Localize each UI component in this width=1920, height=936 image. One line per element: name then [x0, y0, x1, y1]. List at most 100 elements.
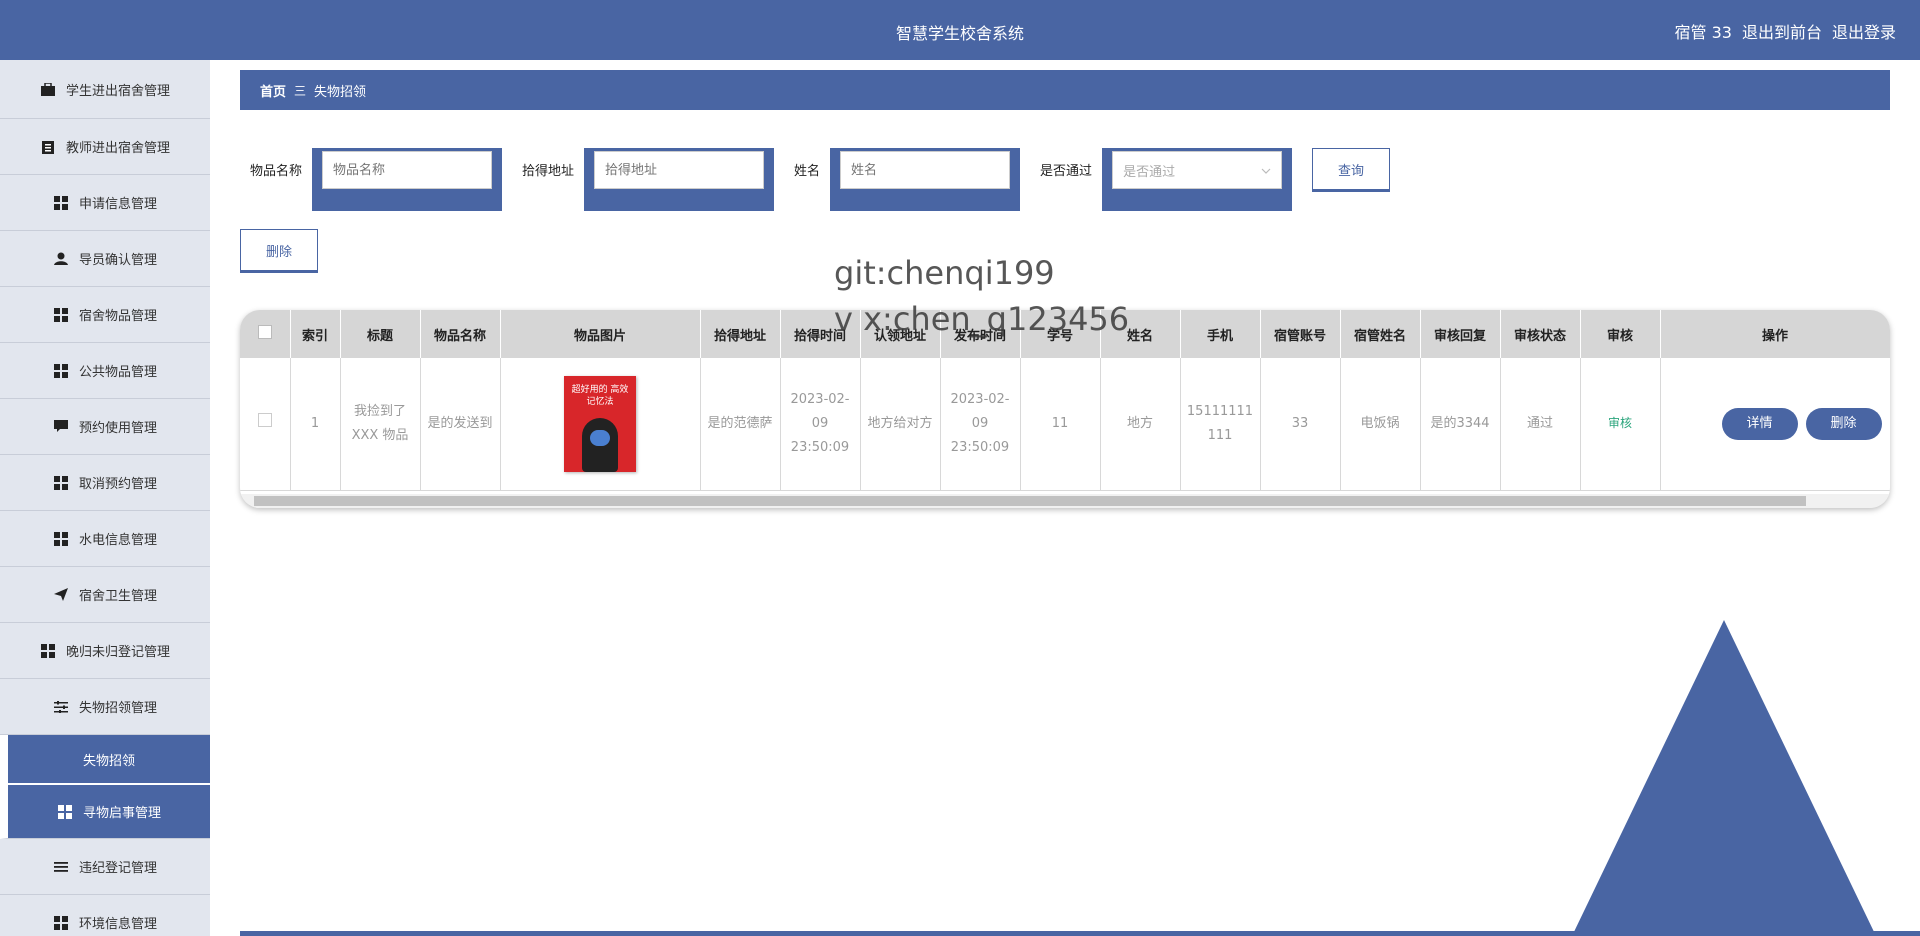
item-name-field: 物品名称	[240, 148, 503, 211]
sliders-icon	[53, 699, 69, 715]
address-input[interactable]	[594, 151, 765, 189]
pass-field: 是否通过 是否通过	[1030, 148, 1293, 211]
cell-manager-account: 33	[1260, 358, 1341, 491]
sidebar-subitem-lost-found[interactable]: 失物招领	[0, 735, 210, 785]
cell-item-name: 是的发送到	[420, 358, 501, 491]
item-name-label: 物品名称	[250, 164, 303, 179]
lost-found-table: 索引 标题 物品名称 物品图片 拾得地址 拾得时间 认领地址 发布时间 学号 姓…	[240, 310, 1890, 508]
cell-found-address: 是的范德萨	[700, 358, 781, 491]
query-button[interactable]: 查询	[1312, 148, 1391, 190]
sidebar-item-teacher-access[interactable]: 教师进出宿舍管理	[0, 119, 210, 175]
user-icon	[53, 251, 69, 267]
sidebar-item-reservation[interactable]: 预约使用管理	[0, 399, 210, 455]
col-header: 索引	[290, 310, 341, 358]
col-header: 宿管姓名	[1340, 310, 1421, 358]
pass-select[interactable]: 是否通过	[1112, 151, 1283, 189]
cell-audit-status: 通过	[1500, 358, 1581, 491]
name-input[interactable]	[840, 151, 1011, 189]
col-header: 标题	[340, 310, 421, 358]
col-header: 拾得地址	[700, 310, 781, 358]
paper-plane-icon	[53, 587, 69, 603]
audit-link[interactable]: 审核	[1608, 416, 1632, 430]
logout-link[interactable]: 退出登录	[1832, 19, 1896, 43]
clipboard-icon	[40, 139, 56, 155]
sidebar-item-environment[interactable]: 环境信息管理	[0, 895, 210, 936]
sidebar-item-utilities[interactable]: 水电信息管理	[0, 511, 210, 567]
col-header: 操作	[1660, 310, 1890, 358]
decorative-triangle	[1572, 620, 1876, 936]
top-header: 智慧学生校舍系统 宿管 33 退出到前台 退出登录	[0, 0, 1920, 60]
cell-name: 地方	[1100, 358, 1181, 491]
pass-label: 是否通过	[1040, 164, 1093, 179]
address-label: 拾得地址	[522, 164, 575, 179]
sidebar-item-application[interactable]: 申请信息管理	[0, 175, 210, 231]
breadcrumb-current: 失物招领	[314, 84, 367, 100]
cell-audit: 审核	[1580, 358, 1661, 491]
app-title: 智慧学生校舍系统	[895, 24, 1024, 43]
list-icon	[53, 859, 69, 875]
horizontal-scrollbar[interactable]	[240, 494, 1890, 508]
header-checkbox-cell[interactable]	[240, 310, 291, 358]
cell-found-time: 2023-02-09 23:50:09	[780, 358, 861, 491]
scrollbar-thumb[interactable]	[254, 496, 1806, 506]
col-header: 物品图片	[500, 310, 701, 358]
briefcase-icon	[40, 81, 56, 97]
cell-claim-address: 地方给对方	[860, 358, 941, 491]
grid-icon	[53, 475, 69, 491]
table-row: 1 我捡到了XXX 物品 是的发送到 超好用的 高效记忆法 是的范德萨 2023…	[240, 358, 1890, 491]
cell-manager-name: 电饭锅	[1340, 358, 1421, 491]
sidebar-item-hygiene[interactable]: 宿舍卫生管理	[0, 567, 210, 623]
col-header: 手机	[1180, 310, 1261, 358]
cell-item-image: 超好用的 高效记忆法	[500, 358, 701, 491]
back-to-front-link[interactable]: 退出到前台	[1742, 19, 1822, 43]
col-header: 物品名称	[420, 310, 501, 358]
comment-icon	[53, 419, 69, 435]
search-form: 物品名称 拾得地址 姓名 是否通过 是否通过 查询	[240, 148, 1391, 211]
cell-index: 1	[290, 358, 341, 491]
header-actions: 宿管 33 退出到前台 退出登录	[1675, 19, 1896, 43]
sidebar-item-late-return[interactable]: 晚归未归登记管理	[0, 623, 210, 679]
watermark-line-1: git:chenqi199	[834, 254, 1055, 292]
bottom-bar	[240, 931, 1920, 936]
name-label: 姓名	[794, 164, 821, 179]
grid-icon	[40, 643, 56, 659]
cell-title: 我捡到了XXX 物品	[340, 358, 421, 491]
grid-icon	[53, 531, 69, 547]
cell-student-no: 11	[1020, 358, 1101, 491]
col-header: 审核状态	[1500, 310, 1581, 358]
row-checkbox[interactable]	[257, 412, 272, 427]
cell-phone: 15111111111	[1180, 358, 1261, 491]
breadcrumb-home[interactable]: 首页	[260, 81, 286, 100]
select-all-checkbox[interactable]	[257, 325, 272, 339]
sidebar-item-violation[interactable]: 违纪登记管理	[0, 839, 210, 895]
grid-icon	[53, 307, 69, 323]
breadcrumb-separator: 三	[294, 83, 307, 98]
item-name-input[interactable]	[322, 151, 493, 189]
col-header: 审核回复	[1420, 310, 1501, 358]
cell-audit-reply: 是的3344	[1420, 358, 1501, 491]
col-header: 审核	[1580, 310, 1661, 358]
sidebar: 学生进出宿舍管理 教师进出宿舍管理 申请信息管理 导员确认管理 宿舍物品管理 公…	[0, 60, 210, 936]
grid-icon	[53, 363, 69, 379]
row-delete-button[interactable]: 删除	[1805, 407, 1882, 440]
sidebar-item-student-access[interactable]: 学生进出宿舍管理	[0, 60, 210, 119]
address-field: 拾得地址	[512, 148, 775, 211]
grid-icon	[53, 915, 69, 931]
item-image: 超好用的 高效记忆法	[564, 375, 636, 472]
batch-delete-button[interactable]: 删除	[240, 229, 318, 271]
grid-icon	[53, 195, 69, 211]
grid-icon	[57, 804, 73, 820]
sidebar-item-dorm-goods[interactable]: 宿舍物品管理	[0, 287, 210, 343]
col-header: 宿管账号	[1260, 310, 1341, 358]
current-user: 宿管 33	[1674, 23, 1732, 42]
cell-actions: 详情 删除	[1660, 358, 1890, 491]
sidebar-item-lost-notice[interactable]: 寻物启事管理	[0, 785, 210, 839]
breadcrumb: 首页 三 失物招领	[240, 70, 1890, 110]
row-checkbox-cell[interactable]	[240, 358, 291, 491]
sidebar-item-lost-found[interactable]: 失物招领管理	[0, 679, 210, 735]
sidebar-item-counselor[interactable]: 导员确认管理	[0, 231, 210, 287]
name-field: 姓名	[784, 148, 1021, 211]
sidebar-item-public-goods[interactable]: 公共物品管理	[0, 343, 210, 399]
detail-button[interactable]: 详情	[1721, 407, 1798, 440]
sidebar-item-cancel-reservation[interactable]: 取消预约管理	[0, 455, 210, 511]
